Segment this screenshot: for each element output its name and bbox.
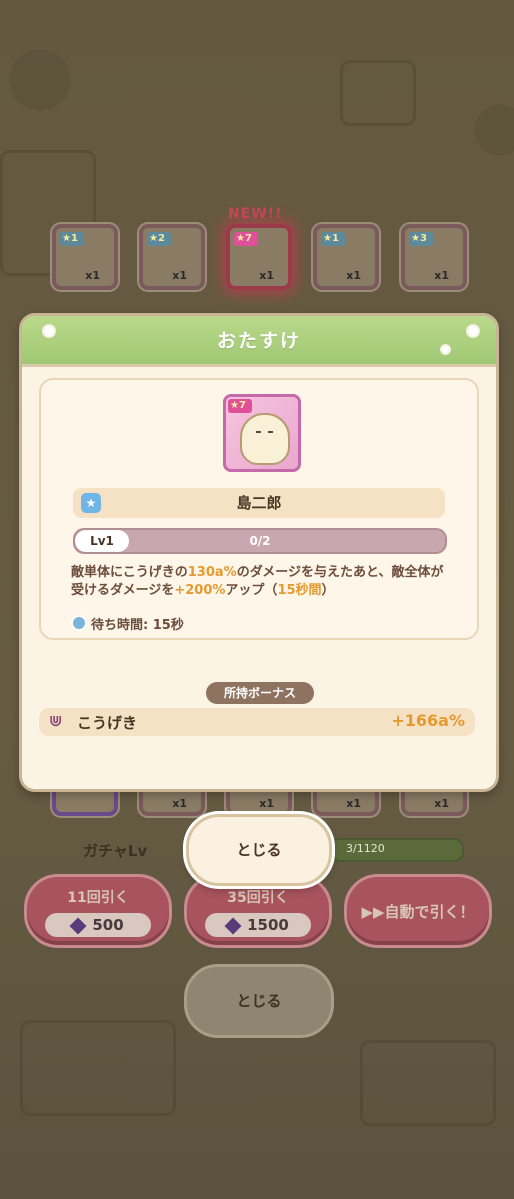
dialog-title: おたすけ xyxy=(216,330,301,352)
star-icon: ★1 xyxy=(60,232,84,246)
close-button[interactable]: とじる xyxy=(186,814,332,886)
skill-description: 敵単体にこうげきの130a%のダメージを与えたあと、敵全体が受けるダメージを+2… xyxy=(71,565,444,598)
level-progress-bar: 0/2 Lv1 xyxy=(73,528,447,554)
dialog-header: おたすけ xyxy=(22,316,496,367)
bonus-tag: 所持ボーナス xyxy=(206,682,314,704)
item-tile[interactable]: ★3 x1 xyxy=(401,224,467,290)
attack-icon: ⋓ xyxy=(49,711,63,730)
item-tile[interactable]: ★1 x1 xyxy=(313,224,379,290)
auto-draw-button[interactable]: ▶▶自動で引く！ xyxy=(344,874,492,948)
draw-11-button[interactable]: 11回引く 500 xyxy=(24,874,172,948)
helper-name-bar: ★ 島二郎 xyxy=(73,488,445,518)
bonus-row: ⋓ こうげき +166a% xyxy=(39,708,475,736)
gem-icon xyxy=(69,917,87,934)
helper-dialog: おたすけ ★7 ★ 島二郎 0/2 Lv1 敵単体にこうげきの130a%のダメー… xyxy=(19,313,499,792)
clock-icon xyxy=(71,615,87,631)
helper-name: 島二郎 xyxy=(236,494,282,512)
level-label: Lv1 xyxy=(75,530,129,552)
background-close-button[interactable]: とじる xyxy=(184,964,334,1038)
star-icon: ★7 xyxy=(228,399,252,413)
wait-time: 待ち時間: 15秒 xyxy=(71,614,184,633)
star-badge-icon: ★ xyxy=(81,493,101,513)
item-tile[interactable]: ★2 x1 xyxy=(139,224,205,290)
bonus-label: こうげき xyxy=(77,714,138,732)
helper-info-card: ★7 ★ 島二郎 0/2 Lv1 敵単体にこうげきの130a%のダメージを与えた… xyxy=(39,378,479,640)
gacha-level-label: ガチャLv xyxy=(83,842,148,860)
helper-portrait: ★7 xyxy=(223,394,301,472)
star-icon: ★1 xyxy=(321,232,345,246)
gacha-level-bar: 3/1120 xyxy=(330,838,464,862)
star-icon: ★2 xyxy=(147,232,171,246)
item-tile[interactable]: ★7 x1 xyxy=(226,224,292,290)
new-label: NEW!! xyxy=(228,206,283,222)
bonus-value: +166a% xyxy=(391,711,465,730)
star-icon: ★3 xyxy=(409,232,433,246)
item-tile[interactable]: ★1 x1 xyxy=(52,224,118,290)
gem-icon xyxy=(224,917,242,934)
star-icon: ★7 xyxy=(234,232,258,246)
level-progress: 0/2 xyxy=(249,534,271,548)
